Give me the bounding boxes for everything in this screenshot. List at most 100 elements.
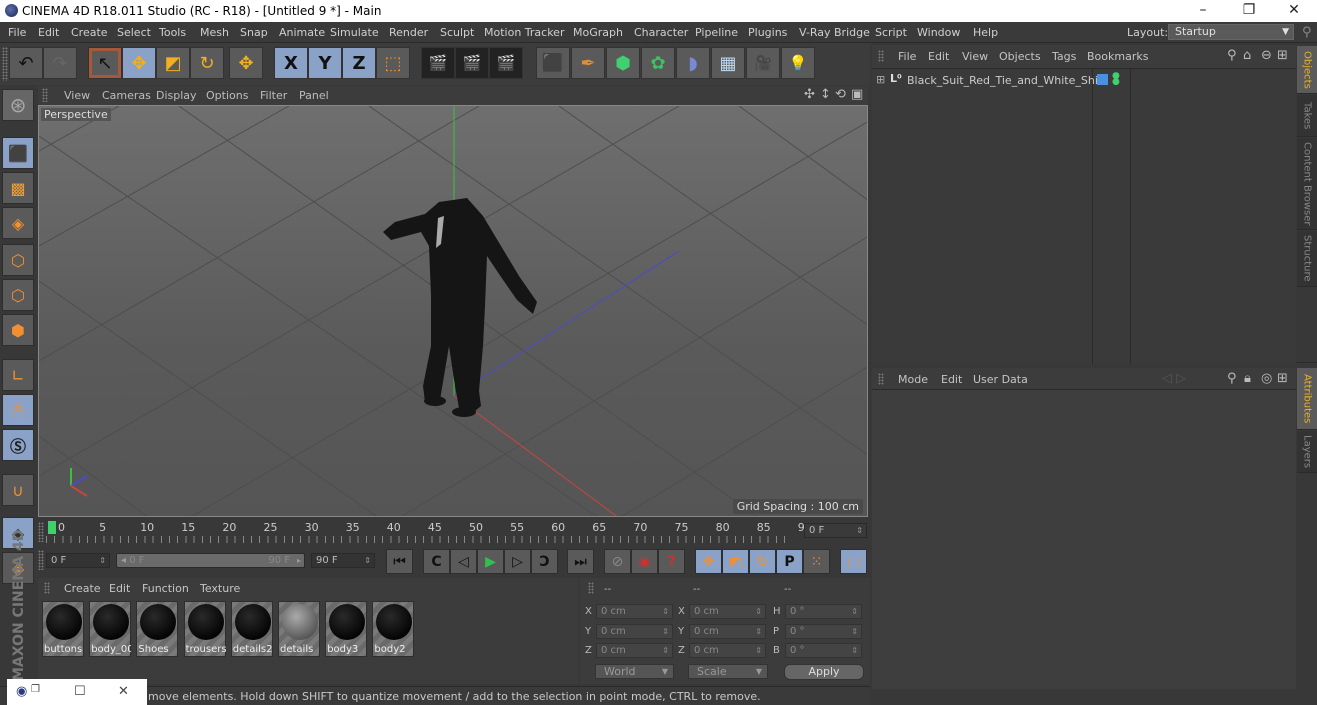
undo-button[interactable]: ↶ — [9, 47, 43, 79]
material-swatch[interactable]: body3 — [325, 601, 368, 657]
menu-select[interactable]: Select — [117, 26, 151, 39]
tab-structure[interactable]: Structure — [1297, 231, 1317, 287]
previous-frame-button[interactable]: ◁ — [450, 549, 477, 574]
menu-animate[interactable]: Animate — [279, 26, 325, 39]
position-y-field[interactable]: 0 cm ⇕ — [596, 624, 673, 639]
target-icon[interactable]: ◎ — [1261, 371, 1272, 386]
tab-layers[interactable]: Layers — [1297, 431, 1317, 473]
viewport-menu-options[interactable]: Options — [206, 89, 248, 102]
menu-render[interactable]: Render — [389, 26, 428, 39]
key-rotation-button[interactable]: ↻ — [749, 549, 776, 574]
objects-menu-bookmarks[interactable]: Bookmarks — [1087, 50, 1148, 63]
panel-grip[interactable] — [588, 582, 594, 594]
material-menu-edit[interactable]: Edit — [109, 582, 130, 595]
menu-snap[interactable]: Snap — [240, 26, 268, 39]
tweak-mode-button[interactable]: 🖱 — [2, 394, 34, 426]
make-editable-button[interactable]: ⊛ — [2, 89, 34, 121]
material-menu-texture[interactable]: Texture — [200, 582, 240, 595]
objects-menu-objects[interactable]: Objects — [999, 50, 1041, 63]
next-key-button[interactable]: Ↄ — [531, 549, 558, 574]
tab-objects[interactable]: Objects — [1297, 46, 1317, 94]
objects-menu-file[interactable]: File — [898, 50, 916, 63]
play-button[interactable]: ▶ — [477, 549, 504, 574]
viewport-menu-display[interactable]: Display — [156, 89, 197, 102]
workplane-mode-button[interactable]: ◈ — [2, 207, 34, 239]
menu-window[interactable]: Window — [917, 26, 960, 39]
key-parameter-button[interactable]: P — [776, 549, 803, 574]
material-swatch[interactable]: details2 — [230, 601, 273, 657]
expand-icon[interactable]: ⊞ — [876, 73, 885, 86]
render-to-picture-viewer-button[interactable]: 🎬 — [455, 47, 489, 79]
key-pla-button[interactable]: ⁙ — [803, 549, 830, 574]
subdivision-surface-button[interactable]: ⬢ — [606, 47, 640, 79]
attributes-menu-mode[interactable]: Mode — [898, 373, 928, 386]
object-name[interactable]: Black_Suit_Red_Tie_and_White_Shirt — [907, 74, 1107, 87]
position-x-field[interactable]: 0 cm ⇕ — [596, 604, 673, 619]
back-forward-arrows-icon[interactable]: ◁ ▷ — [1162, 371, 1186, 386]
size-y-field[interactable]: 0 cm ⇕ — [689, 624, 766, 639]
cloner-button[interactable]: ✿ — [641, 47, 675, 79]
object-row[interactable]: ⊞ L⁰ Black_Suit_Red_Tie_and_White_Shirt … — [872, 72, 1296, 89]
material-swatch[interactable]: body_00 — [89, 601, 132, 657]
menu-motion-tracker[interactable]: Motion Tracker — [484, 26, 564, 39]
menu-simulate[interactable]: Simulate — [330, 26, 379, 39]
floor-object-button[interactable]: ▦ — [711, 47, 745, 79]
tab-attributes[interactable]: Attributes — [1297, 368, 1317, 430]
panel-grip[interactable] — [878, 50, 884, 62]
edges-mode-button[interactable]: ⬡ — [2, 279, 34, 311]
menu-help[interactable]: Help — [973, 26, 998, 39]
apply-button[interactable]: Apply — [784, 664, 864, 680]
bend-deformer-button[interactable]: ◗ — [676, 47, 710, 79]
autokeying-button[interactable]: ◉ — [631, 549, 658, 574]
menu-pipeline[interactable]: Pipeline — [695, 26, 738, 39]
home-icon[interactable]: ⌂ — [1243, 48, 1251, 63]
record-active-objects-button[interactable]: ⊘ — [604, 549, 631, 574]
light-object-button[interactable]: 💡 — [781, 47, 815, 79]
rotate-view-icon[interactable]: ⟲ — [835, 87, 846, 102]
material-swatch[interactable]: buttons — [42, 601, 84, 657]
menu-file[interactable]: File — [8, 26, 26, 39]
polygons-mode-button[interactable]: ⬢ — [2, 314, 34, 346]
pen-spline-button[interactable]: ✒ — [571, 47, 605, 79]
restore-button[interactable]: ❐ — [1226, 0, 1272, 22]
rotation-p-field[interactable]: 0 ° ⇕ — [785, 624, 862, 639]
points-mode-button[interactable]: ⬡ — [2, 244, 34, 276]
panel-grip[interactable] — [44, 582, 50, 594]
objects-menu-view[interactable]: View — [962, 50, 988, 63]
panel-grip[interactable] — [38, 522, 44, 542]
frame-range-slider[interactable]: ◂ 0 F 90 F ▸ — [116, 553, 305, 568]
y-axis-lock-button[interactable]: Y — [308, 47, 342, 79]
transform-mode-dropdown[interactable]: Scale ▼ — [688, 664, 768, 679]
menu-edit[interactable]: Edit — [38, 26, 59, 39]
camera-object-button[interactable]: 🎥 — [746, 47, 780, 79]
live-selection-button[interactable]: ↖ — [88, 47, 122, 79]
size-x-field[interactable]: 0 cm ⇕ — [689, 604, 766, 619]
menu-mesh[interactable]: Mesh — [200, 26, 229, 39]
close-icon[interactable]: ✕ — [118, 684, 129, 699]
material-swatch[interactable]: Shoes — [136, 601, 179, 657]
menu-vray-bridge[interactable]: V-Ray Bridge — [799, 26, 870, 39]
minimize-button[interactable]: – — [1180, 0, 1226, 22]
menu-plugins[interactable]: Plugins — [748, 26, 787, 39]
lock-icon[interactable]: 🔒︎ — [1244, 371, 1251, 386]
rotate-tool-button[interactable]: ↻ — [190, 47, 224, 79]
maximize-icon[interactable]: ☐ — [74, 684, 86, 699]
zoom-view-icon[interactable]: ↕ — [820, 87, 831, 102]
current-frame-marker[interactable] — [48, 521, 56, 534]
3d-viewport[interactable]: Perspective Grid Spacing : 100 cm — [38, 105, 868, 517]
pan-view-icon[interactable]: ✣ — [804, 87, 815, 102]
viewport-camera-label[interactable]: Perspective — [41, 108, 111, 121]
render-settings-button[interactable]: 🎬 — [489, 47, 523, 79]
coordinate-space-dropdown[interactable]: World ▼ — [595, 664, 674, 679]
objects-menu-tags[interactable]: Tags — [1052, 50, 1076, 63]
panel-grip[interactable] — [42, 88, 48, 102]
keyframe-selection-button[interactable]: ? — [658, 549, 685, 574]
last-tool-button[interactable]: ✥ — [229, 47, 263, 79]
end-frame-field[interactable]: 90 F ⇕ — [311, 553, 375, 568]
start-frame-field[interactable]: 0 F ⇕ — [46, 553, 110, 568]
position-z-field[interactable]: 0 cm ⇕ — [596, 643, 673, 658]
toolbar-grip[interactable] — [2, 47, 8, 81]
x-axis-lock-button[interactable]: X — [274, 47, 308, 79]
menu-script[interactable]: Script — [875, 26, 907, 39]
key-position-button[interactable]: ✥ — [695, 549, 722, 574]
